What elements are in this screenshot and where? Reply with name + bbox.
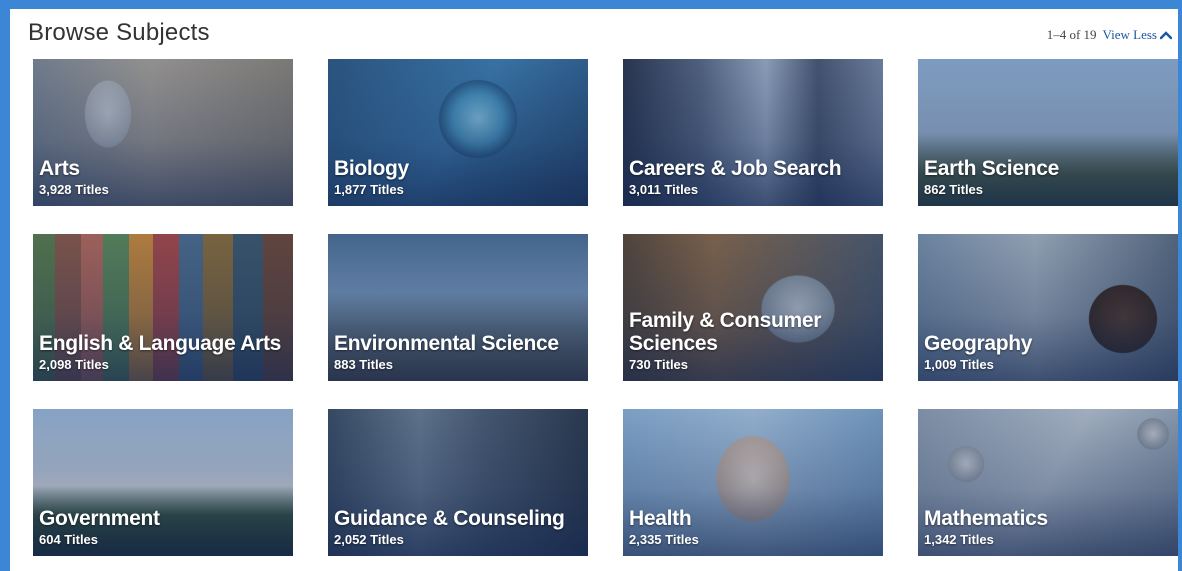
subject-tile-biology[interactable]: Biology 1,877 Titles (328, 59, 588, 206)
subject-grid: Arts 3,928 Titles Biology 1,877 Titles C… (33, 59, 1178, 556)
subject-tile-earth-science[interactable]: Earth Science 862 Titles (918, 59, 1178, 206)
subject-name: Government (39, 507, 160, 530)
title-count: 3,011 Titles (629, 182, 699, 197)
title-count: 730 Titles (629, 357, 689, 372)
subject-tile-mathematics[interactable]: Mathematics 1,342 Titles (918, 409, 1178, 556)
title-count: 1,009 Titles (924, 357, 994, 372)
title-count: 1,877 Titles (334, 182, 404, 197)
title-count: 2,335 Titles (629, 532, 699, 547)
title-count: 862 Titles (924, 182, 984, 197)
pagination-controls: 1–4 of 19 View Less (1047, 27, 1172, 43)
chevron-up-icon (1160, 31, 1172, 40)
subject-name: Arts (39, 157, 80, 180)
subject-tile-government[interactable]: Government 604 Titles (33, 409, 293, 556)
subject-name: Earth Science (924, 157, 1059, 180)
view-less-label: View Less (1102, 27, 1157, 42)
title-count: 3,928 Titles (39, 182, 109, 197)
subject-tile-geography[interactable]: Geography 1,009 Titles (918, 234, 1178, 381)
subject-name: Careers & Job Search (629, 157, 842, 180)
title-count: 2,098 Titles (39, 357, 109, 372)
view-less-link[interactable]: View Less (1103, 27, 1172, 43)
subject-name: Mathematics (924, 507, 1048, 530)
section-title: Browse Subjects (28, 19, 210, 46)
page-range: 1–4 of 19 (1046, 27, 1097, 42)
subject-name: Environmental Science (334, 332, 559, 355)
title-count: 2,052 Titles (334, 532, 404, 547)
subject-tile-guidance-counseling[interactable]: Guidance & Counseling 2,052 Titles (328, 409, 588, 556)
subject-name: English & Language Arts (39, 332, 282, 355)
title-count: 1,342 Titles (924, 532, 994, 547)
title-count: 883 Titles (334, 357, 394, 372)
title-count: 604 Titles (39, 532, 99, 547)
subject-tile-english[interactable]: English & Language Arts 2,098 Titles (33, 234, 293, 381)
subject-name: Family & Consumer Sciences (629, 309, 822, 355)
subject-tile-careers[interactable]: Careers & Job Search 3,011 Titles (623, 59, 883, 206)
subject-name: Guidance & Counseling (334, 507, 565, 530)
subject-name: Biology (334, 157, 409, 180)
browse-subjects-panel: Browse Subjects 1–4 of 19 View Less Arts… (10, 9, 1178, 571)
subject-name: Health (629, 507, 692, 530)
subject-tile-family-consumer-sciences[interactable]: Family & Consumer Sciences 730 Titles (623, 234, 883, 381)
subject-tile-environmental-science[interactable]: Environmental Science 883 Titles (328, 234, 588, 381)
subject-name: Geography (924, 332, 1033, 355)
subject-tile-arts[interactable]: Arts 3,928 Titles (33, 59, 293, 206)
subject-tile-health[interactable]: Health 2,335 Titles (623, 409, 883, 556)
